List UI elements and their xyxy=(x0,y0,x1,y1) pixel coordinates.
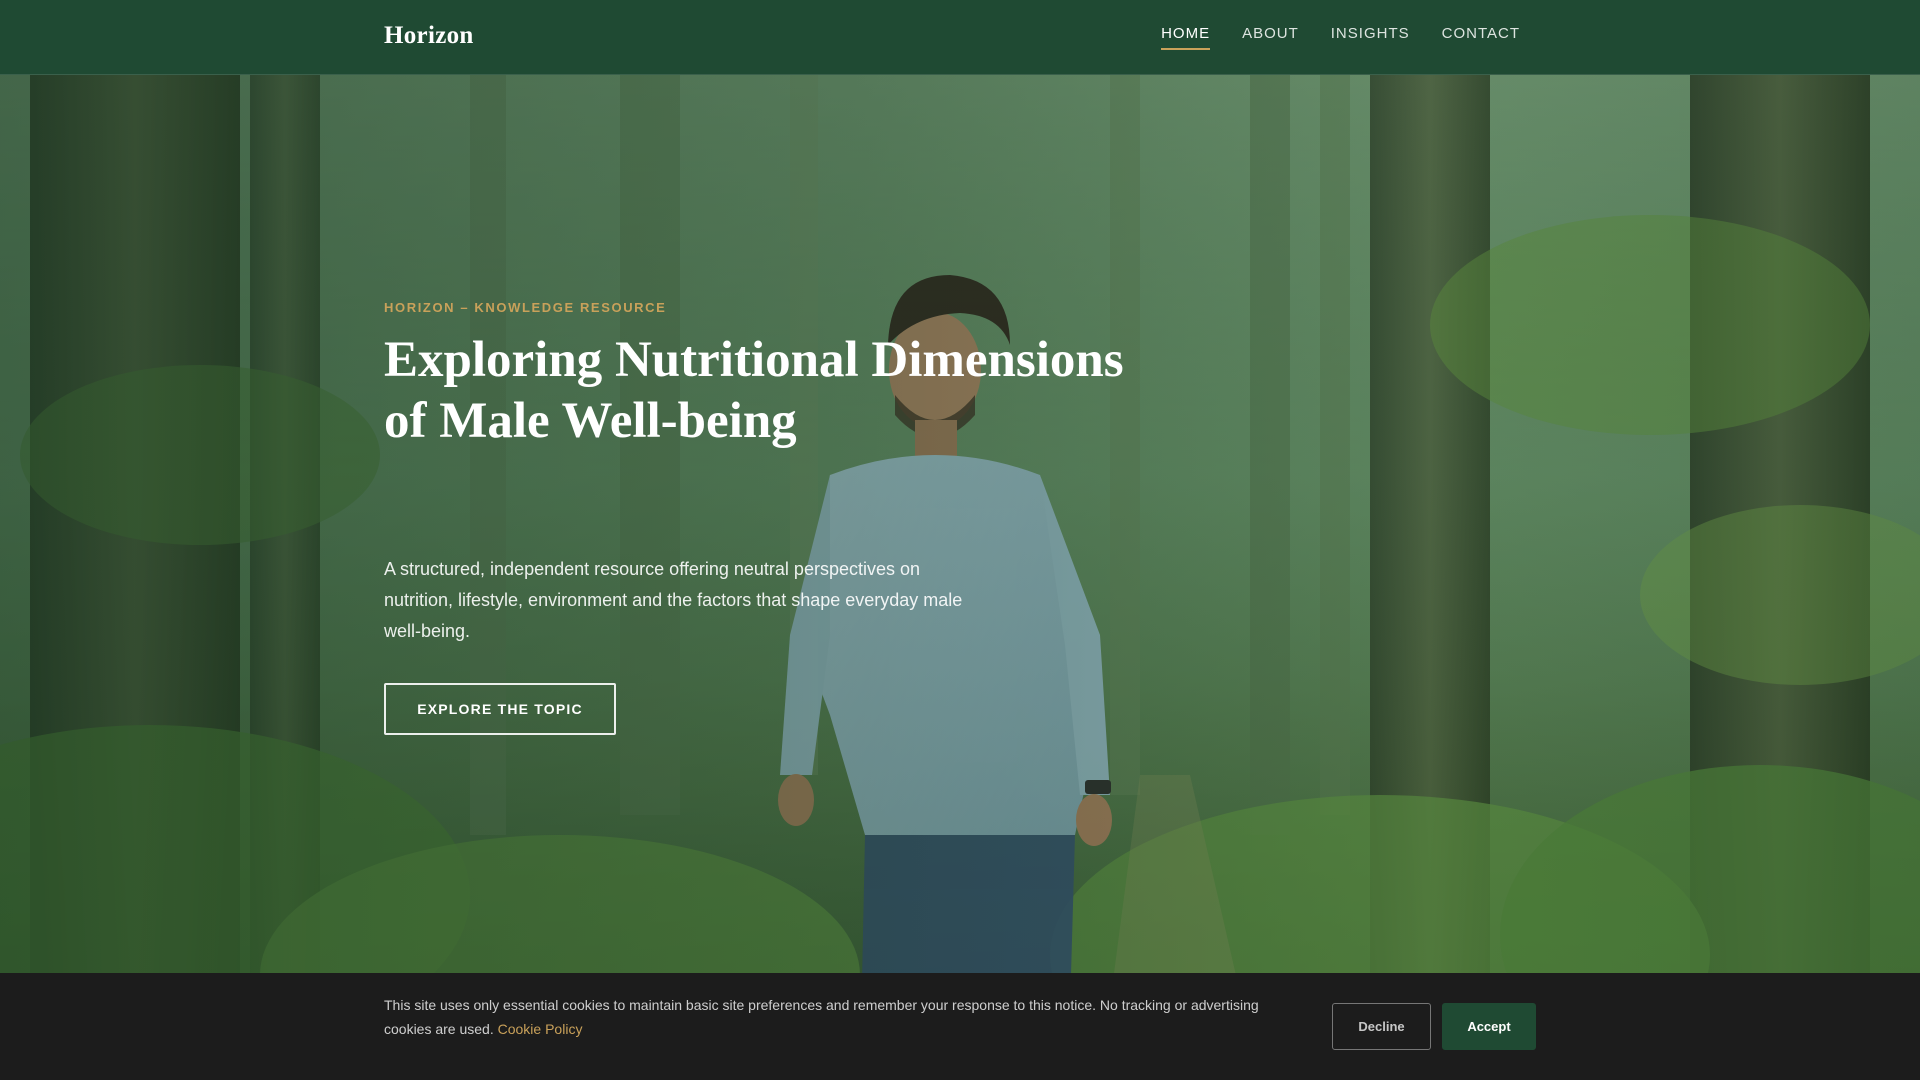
nav-item-home[interactable]: HOME xyxy=(1161,25,1211,50)
accept-button[interactable]: Accept xyxy=(1442,1003,1536,1050)
hero-title: Exploring Nutritional Dimensions of Male… xyxy=(384,332,1124,449)
nav-item-about[interactable]: ABOUT xyxy=(1242,25,1299,50)
main-nav: HOME ABOUT INSIGHTS CONTACT xyxy=(1161,25,1520,50)
cookie-banner: This site uses only essential cookies to… xyxy=(0,973,1920,1080)
nav-item-contact[interactable]: CONTACT xyxy=(1442,25,1520,50)
hero-eyebrow: HORIZON – KNOWLEDGE RESOURCE xyxy=(384,300,667,315)
decline-button[interactable]: Decline xyxy=(1332,1003,1431,1050)
site-header: Horizon HOME ABOUT INSIGHTS CONTACT xyxy=(0,0,1920,75)
nav-item-insights[interactable]: INSIGHTS xyxy=(1331,25,1410,50)
hero-section: HORIZON – KNOWLEDGE RESOURCE Exploring N… xyxy=(0,75,1920,1080)
cookie-text: This site uses only essential cookies to… xyxy=(384,993,1304,1041)
brand-logo[interactable]: Horizon xyxy=(384,22,474,50)
hero-lead: A structured, independent resource offer… xyxy=(384,559,963,641)
cookie-policy-link[interactable]: Cookie Policy xyxy=(498,1021,583,1037)
explore-topic-button[interactable]: EXPLORE THE TOPIC xyxy=(384,683,616,735)
